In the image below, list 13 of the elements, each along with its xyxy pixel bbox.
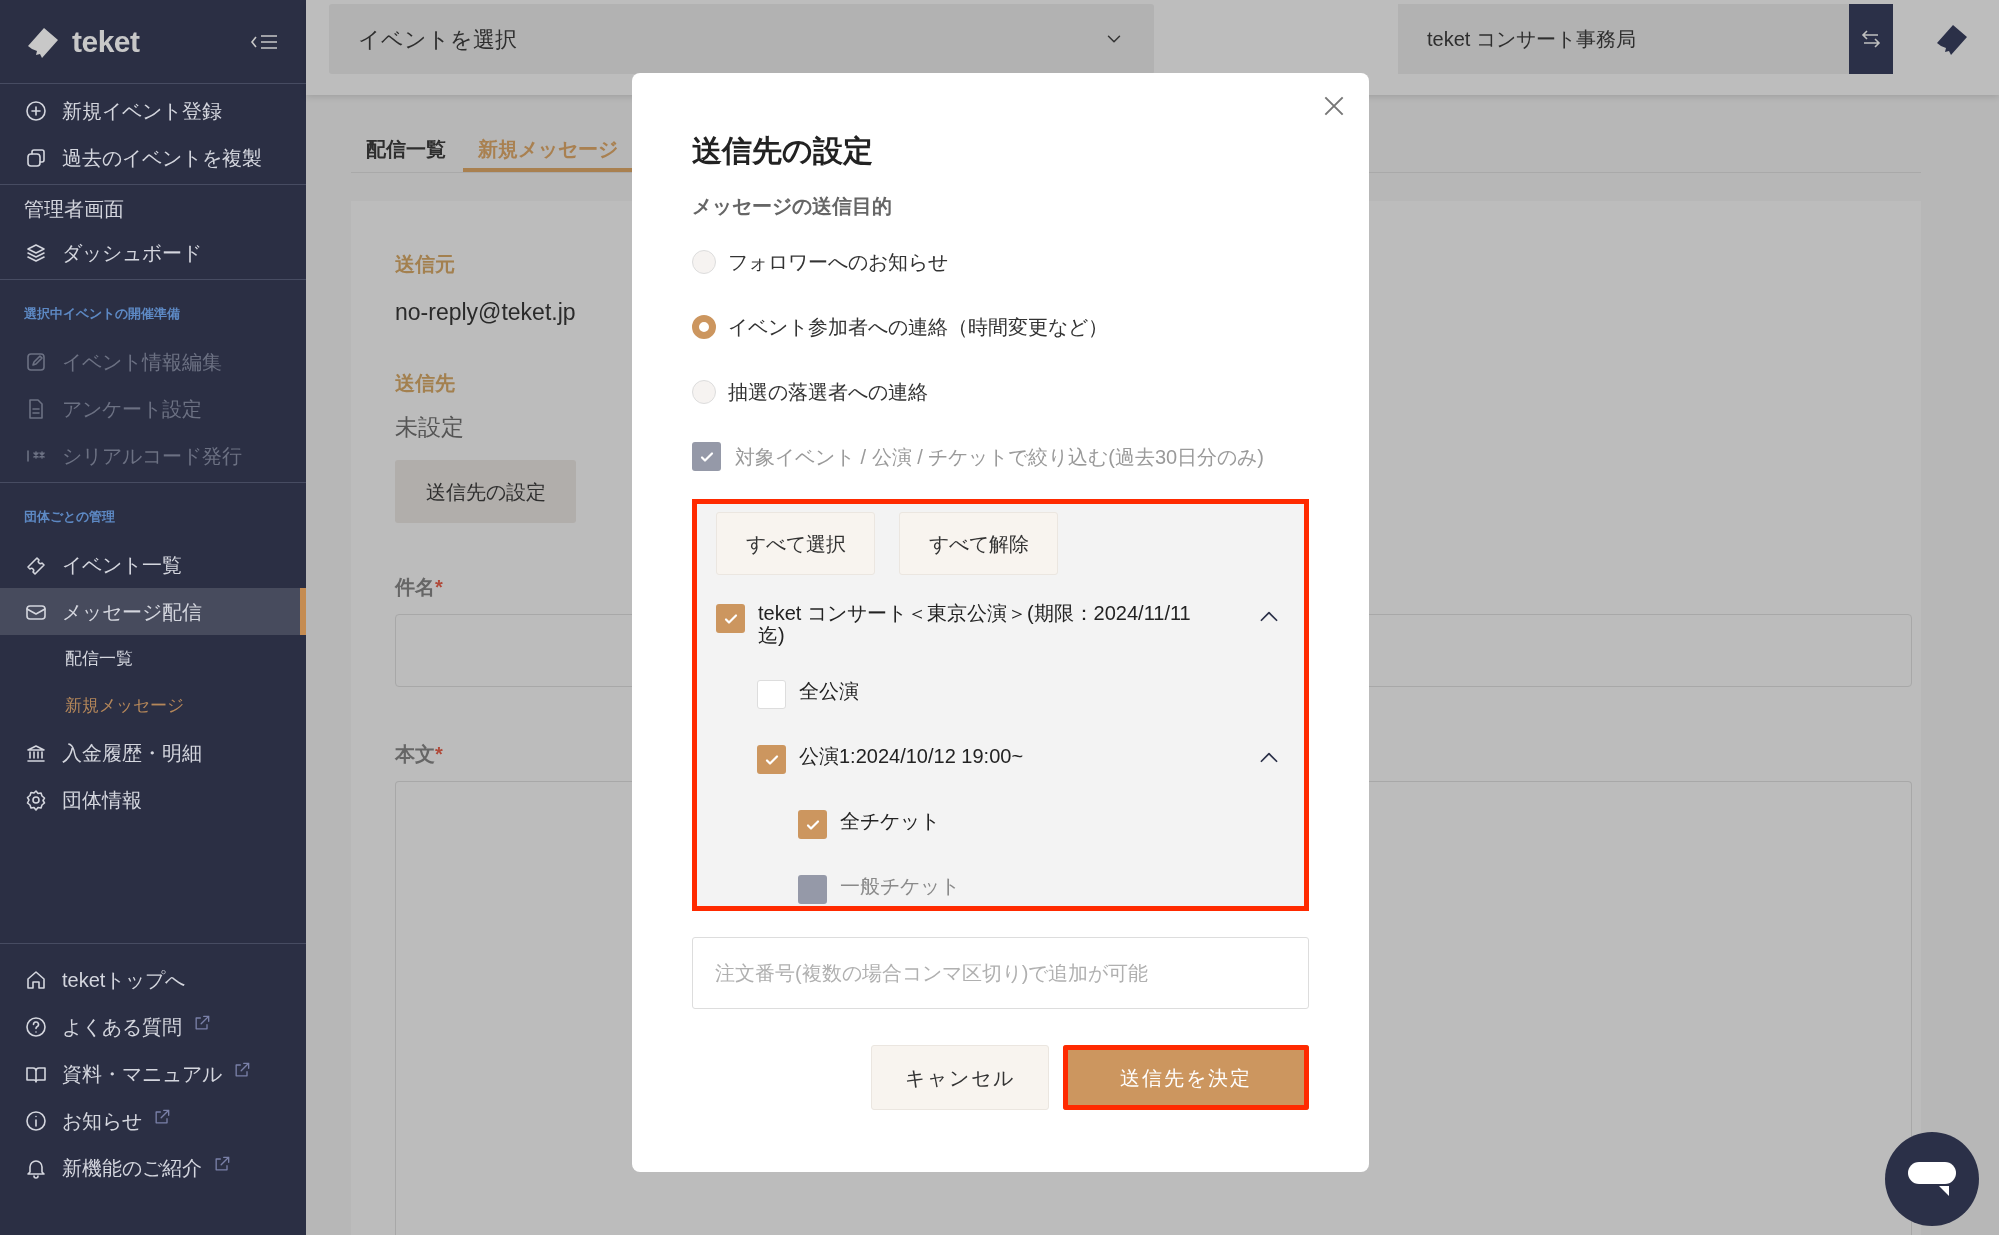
dialog-title: 送信先の設定	[692, 133, 874, 169]
sidebar-section-heading: 団体ごとの管理	[23, 508, 116, 526]
checkbox-label: 対象イベント / 公演 / チケットで絞り込む(過去30日分のみ)	[735, 444, 1264, 470]
section-label: メッセージの送信目的	[692, 194, 893, 219]
field-label: 送信先	[395, 370, 455, 396]
sender-address: no-reply@teket.jp	[395, 298, 576, 327]
field-label: 本文*	[395, 742, 443, 767]
sidebar-title: 管理者画面	[23, 196, 125, 222]
logo-text: teket	[72, 24, 140, 60]
sidebar-section-heading: 選択中イベントの開催準備	[23, 305, 181, 323]
field-label: 送信元	[395, 252, 455, 277]
recipient-value: 未設定	[395, 412, 464, 442]
field-label: 件名*	[395, 575, 443, 600]
